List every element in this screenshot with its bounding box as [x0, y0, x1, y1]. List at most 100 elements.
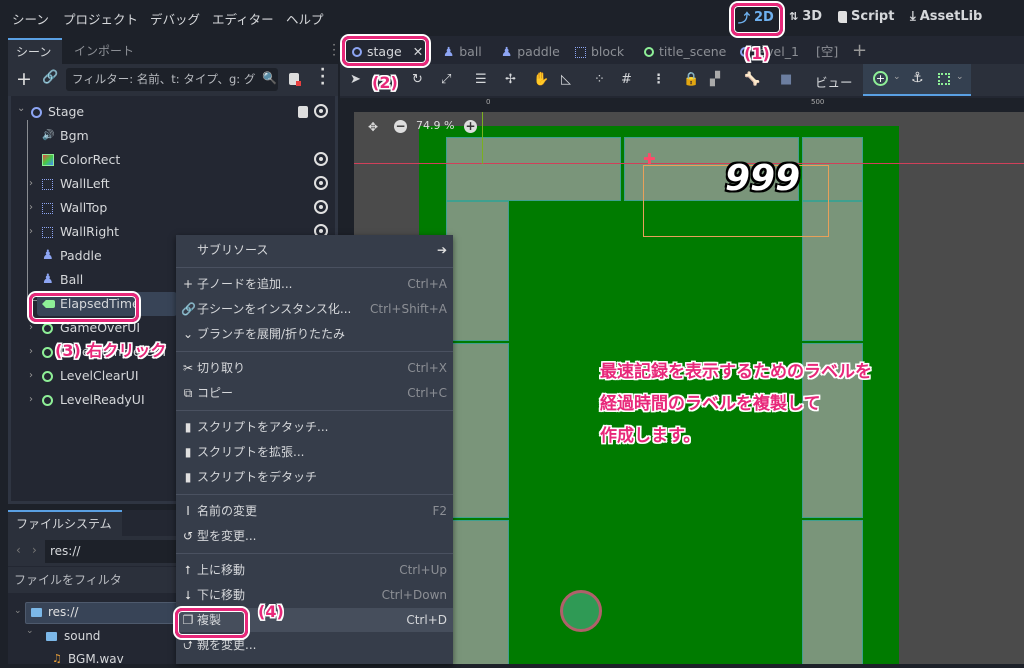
- add-node-circle-icon[interactable]: +: [873, 71, 888, 86]
- group-icon[interactable]: ▞: [710, 72, 720, 87]
- fs-item-bgm[interactable]: ♫ BGM.wav: [50, 652, 180, 668]
- menu-item-10[interactable]: ▮ スクリプトを拡張...: [176, 440, 453, 464]
- tab-filesystem[interactable]: ファイルシステム: [8, 510, 122, 536]
- fs-item-res[interactable]: res://: [25, 602, 185, 624]
- menu-item-2[interactable]: + 子ノードを追加... Ctrl+A: [176, 272, 453, 296]
- tree-node-label: LevelReadyUI: [60, 392, 145, 407]
- scale-tool-icon[interactable]: ⤢: [441, 72, 451, 87]
- bone-icon[interactable]: 🦴: [744, 72, 760, 87]
- workspace-assetlib-label: AssetLib: [919, 9, 983, 24]
- zoom-in-icon[interactable]: +: [464, 120, 477, 133]
- add-scene-tab-button[interactable]: +: [852, 40, 867, 61]
- camera-icon[interactable]: ■: [780, 72, 792, 87]
- fs-item-sound[interactable]: ⌄ sound: [26, 626, 176, 648]
- add-node-icon[interactable]: +: [16, 68, 32, 90]
- chevron-down-icon[interactable]: ⌄: [17, 97, 25, 121]
- rotate-tool-icon[interactable]: ↻: [412, 72, 423, 87]
- zoom-level[interactable]: 74.9 %: [416, 119, 454, 132]
- workspace-script-button[interactable]: Script: [838, 9, 894, 24]
- zoom-reset-icon[interactable]: ✥: [368, 120, 378, 134]
- chevron-right-icon[interactable]: ›: [29, 364, 33, 388]
- instance-scene-icon[interactable]: 🔗: [42, 70, 58, 85]
- menu-scene[interactable]: シーン: [12, 9, 49, 28]
- wall-block: [446, 520, 509, 664]
- script-remove-icon[interactable]: [289, 73, 301, 86]
- menu-item-9[interactable]: ▮ スクリプトをアタッチ...: [176, 415, 453, 439]
- menu-item-6[interactable]: ✂ 切り取り Ctrl+X: [176, 356, 453, 380]
- grid-snap-icon[interactable]: #: [621, 72, 632, 87]
- scene-tab-ball[interactable]: ♟ ball: [443, 41, 482, 63]
- menu-item-4[interactable]: ⌄ ブランチを展開/折りたたみ: [176, 322, 453, 346]
- workspace-3d-button[interactable]: ⇅ 3D: [789, 9, 822, 24]
- tree-node-label: Bgm: [60, 128, 89, 143]
- tree-node-stage[interactable]: ⌄ Stage: [11, 100, 336, 124]
- lock-icon[interactable]: 🔒: [683, 72, 699, 87]
- visibility-eye-icon[interactable]: [314, 176, 328, 190]
- node-filter-input[interactable]: フィルター: 名前、t: タイプ、g: グ: [66, 68, 278, 91]
- forward-icon[interactable]: ›: [32, 543, 37, 557]
- menu-separator: [176, 553, 453, 554]
- menu-project[interactable]: プロジェクト: [63, 9, 138, 28]
- characterbody-icon: ♟: [443, 44, 455, 59]
- menu-editor[interactable]: エディター: [212, 9, 274, 28]
- menu-item-7[interactable]: ⧉ コピー Ctrl+C: [176, 381, 453, 405]
- tab-scene[interactable]: シーン: [8, 38, 62, 64]
- visibility-eye-icon[interactable]: [314, 104, 328, 118]
- ruler-tool-icon[interactable]: ◺: [561, 72, 571, 87]
- snap-options-icon[interactable]: ⋮: [652, 72, 665, 87]
- chevron-right-icon[interactable]: ›: [29, 172, 33, 196]
- script-icon[interactable]: [298, 106, 308, 118]
- menu-item-0[interactable]: サブリソース ➔: [176, 238, 453, 262]
- menu-item-13[interactable]: I 名前の変更 F2: [176, 499, 453, 523]
- ruler-label: 0: [486, 98, 491, 106]
- menu-item-11[interactable]: ▮ スクリプトをデタッチ: [176, 465, 453, 489]
- move-gizmo-icon[interactable]: ✚: [643, 150, 656, 168]
- chevron-right-icon[interactable]: ›: [29, 196, 33, 220]
- copy-icon: ⧉: [183, 386, 193, 400]
- scene-tab-title_scene[interactable]: title_scene: [644, 41, 726, 63]
- tree-node-walltop[interactable]: › WallTop: [11, 196, 336, 220]
- cut-icon: ✂: [182, 361, 194, 375]
- tab-import[interactable]: インポート: [66, 38, 142, 64]
- chevron-right-icon[interactable]: ›: [29, 220, 33, 244]
- tree-node-bgm[interactable]: 🔊 Bgm: [11, 124, 336, 148]
- scene-tab-block[interactable]: block: [575, 41, 624, 63]
- scene-tab-paddle[interactable]: ♟ paddle: [501, 41, 560, 63]
- visibility-eye-icon[interactable]: [314, 152, 328, 166]
- anchor-preset-icon[interactable]: [938, 73, 950, 85]
- dock-menu-icon[interactable]: · · ·: [332, 39, 336, 61]
- colorrect-icon: [42, 154, 54, 166]
- collapse-icon: ⌄: [182, 327, 194, 341]
- smart-snap-icon[interactable]: ⁘: [594, 72, 605, 87]
- tree-node-colorrect[interactable]: ColorRect: [11, 148, 336, 172]
- scene-tab-label: ball: [459, 44, 482, 59]
- visibility-eye-icon[interactable]: [314, 200, 328, 214]
- expand-chevron-icon[interactable]: ⌄: [14, 606, 22, 616]
- menu-item-14[interactable]: ↺ 型を変更...: [176, 524, 453, 548]
- menu-help[interactable]: ヘルプ: [286, 9, 324, 28]
- view-menu-button[interactable]: ビュー: [815, 72, 853, 91]
- select-tool-icon[interactable]: ➤: [350, 72, 361, 87]
- chevron-down-icon[interactable]: ⌄: [893, 72, 901, 82]
- control-icon: [42, 395, 53, 406]
- more-options-icon[interactable]: · · ·: [320, 63, 325, 91]
- pan-tool-icon[interactable]: ✋: [533, 72, 549, 87]
- menu-item-shortcut: Ctrl+D: [406, 613, 447, 627]
- list-select-icon[interactable]: ☰: [475, 72, 487, 87]
- menu-item-3[interactable]: 🔗 子シーンをインスタンス化... Ctrl+Shift+A: [176, 297, 453, 321]
- expand-chevron-icon[interactable]: ⌄: [26, 626, 34, 636]
- chevron-right-icon[interactable]: ›: [29, 388, 33, 412]
- anchor-icon[interactable]: ⚓: [911, 70, 924, 86]
- scene-tab-[interactable]: [空]: [816, 41, 838, 63]
- workspace-assetlib-button[interactable]: ⤓ AssetLib: [910, 9, 982, 24]
- menu-item-17[interactable]: ⭣ 下に移動 Ctrl+Down: [176, 583, 453, 607]
- chevron-right-icon[interactable]: ›: [29, 340, 33, 364]
- zoom-out-icon[interactable]: −: [394, 120, 407, 133]
- back-icon[interactable]: ‹: [16, 543, 21, 557]
- menu-debug[interactable]: デバッグ: [150, 9, 200, 28]
- tree-node-wallleft[interactable]: › WallLeft: [11, 172, 336, 196]
- chevron-down-icon[interactable]: ⌄: [956, 72, 964, 82]
- menu-item-16[interactable]: ⭡ 上に移動 Ctrl+Up: [176, 558, 453, 582]
- menu-item-shortcut: Ctrl+Shift+A: [370, 302, 447, 316]
- pivot-tool-icon[interactable]: ✢: [505, 72, 516, 87]
